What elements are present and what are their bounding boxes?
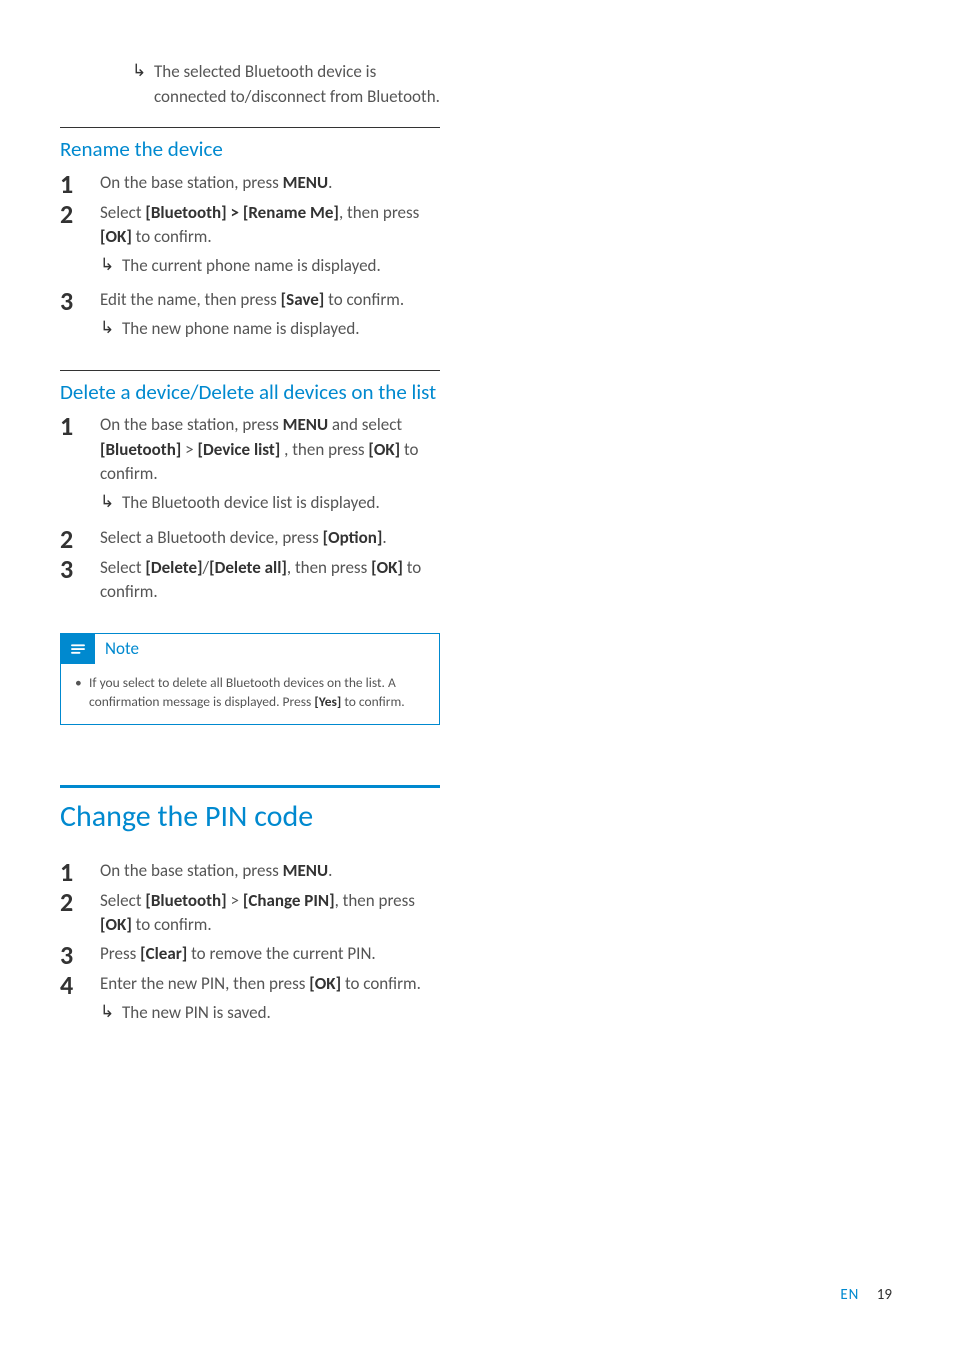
result-arrow-icon: ↳ [100, 317, 122, 340]
step-number: 3 [60, 942, 100, 968]
page-footer: EN 19 [840, 1286, 892, 1304]
note-item: • If you select to delete all Bluetooth … [75, 674, 425, 712]
intro-result: ↳ The selected Bluetooth device is conne… [60, 60, 440, 109]
step-text: Select a Bluetooth device, press [Option… [100, 526, 387, 551]
intro-result-text: The selected Bluetooth device is connect… [154, 60, 440, 109]
pin-step-3: 3 Press [Clear] to remove the current PI… [60, 942, 440, 968]
step-number: 3 [60, 556, 100, 582]
step-text: Edit the name, then press [Save] to conf… [100, 288, 404, 341]
pin-step-4: 4 Enter the new PIN, then press [OK] to … [60, 972, 440, 1025]
step-text: Select [Bluetooth] > [Change PIN], then … [100, 889, 440, 938]
bullet-icon: • [75, 674, 89, 693]
section-divider [60, 785, 440, 788]
note-header: Note [61, 634, 439, 664]
step-number: 4 [60, 972, 100, 998]
step-text: On the base station, press MENU. [100, 859, 332, 884]
note-body: • If you select to delete all Bluetooth … [61, 664, 439, 724]
step-text: Press [Clear] to remove the current PIN. [100, 942, 376, 967]
divider [60, 127, 440, 128]
pin-heading: Change the PIN code [60, 798, 440, 835]
step-number: 2 [60, 889, 100, 915]
note-box: Note • If you select to delete all Bluet… [60, 633, 440, 725]
footer-page-number: 19 [877, 1286, 892, 1304]
rename-heading: Rename the device [60, 136, 440, 162]
step-number: 1 [60, 413, 100, 439]
delete-heading: Delete a device/Delete all devices on th… [60, 379, 440, 405]
step-text: On the base station, press MENU. [100, 171, 332, 196]
rename-step-1: 1 On the base station, press MENU. [60, 171, 440, 197]
step-text: Select [Delete]/[Delete all], then press… [100, 556, 440, 605]
step-result: ↳ The new PIN is saved. [100, 1001, 421, 1026]
page-root: ↳ The selected Bluetooth device is conne… [0, 0, 954, 1350]
step-result: ↳ The Bluetooth device list is displayed… [100, 491, 440, 516]
result-arrow-icon: ↳ [100, 1001, 122, 1024]
step-text: On the base station, press MENU and sele… [100, 413, 440, 516]
result-arrow-icon: ↳ [100, 254, 122, 277]
note-title: Note [105, 638, 139, 659]
note-text: If you select to delete all Bluetooth de… [89, 674, 425, 712]
step-text: Enter the new PIN, then press [OK] to co… [100, 972, 421, 1025]
rename-step-2: 2 Select [Bluetooth] > [Rename Me], then… [60, 201, 440, 279]
rename-step-3: 3 Edit the name, then press [Save] to co… [60, 288, 440, 341]
step-result: ↳ The new phone name is displayed. [100, 317, 404, 342]
pin-step-1: 1 On the base station, press MENU. [60, 859, 440, 885]
content-column: ↳ The selected Bluetooth device is conne… [60, 60, 440, 1025]
result-arrow-icon: ↳ [132, 60, 154, 83]
pin-step-2: 2 Select [Bluetooth] > [Change PIN], the… [60, 889, 440, 938]
step-number: 2 [60, 526, 100, 552]
delete-step-3: 3 Select [Delete]/[Delete all], then pre… [60, 556, 440, 605]
step-number: 3 [60, 288, 100, 314]
step-number: 1 [60, 859, 100, 885]
step-result: ↳ The current phone name is displayed. [100, 254, 440, 279]
step-number: 1 [60, 171, 100, 197]
step-number: 2 [60, 201, 100, 227]
delete-step-2: 2 Select a Bluetooth device, press [Opti… [60, 526, 440, 552]
divider [60, 370, 440, 371]
step-text: Select [Bluetooth] > [Rename Me], then p… [100, 201, 440, 279]
note-icon [61, 634, 95, 664]
footer-language: EN [840, 1286, 859, 1304]
delete-step-1: 1 On the base station, press MENU and se… [60, 413, 440, 516]
result-arrow-icon: ↳ [100, 491, 122, 514]
